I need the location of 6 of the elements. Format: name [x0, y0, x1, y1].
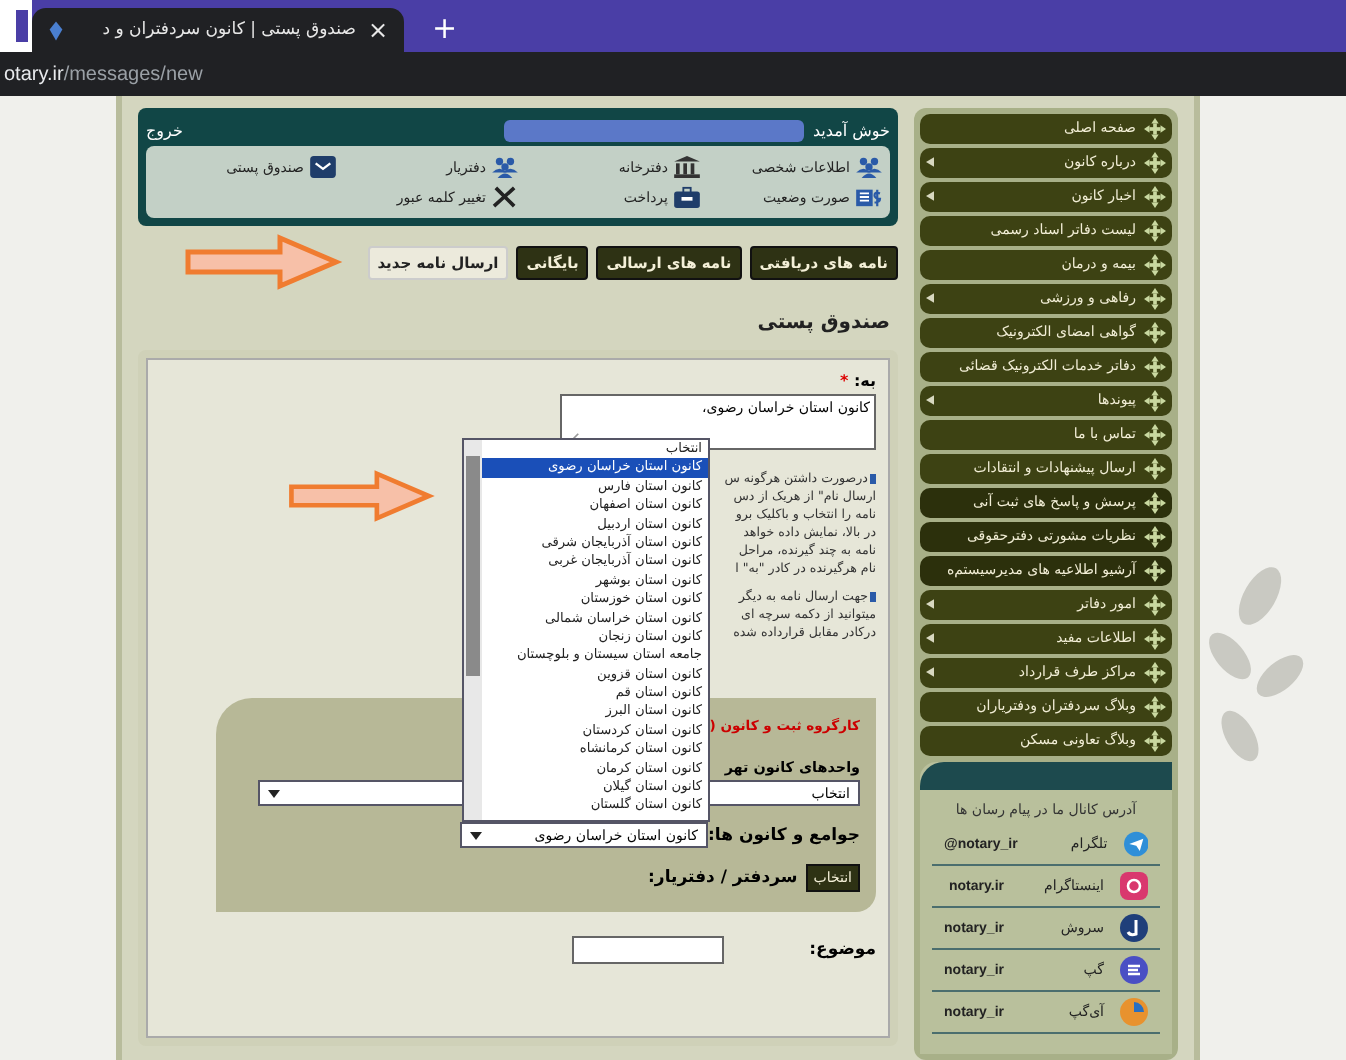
tab-title: صندوق پستی | کانون سردفتران و د [100, 20, 356, 40]
field-label: به: * [837, 372, 876, 390]
page-title: صندوق پستی [755, 312, 890, 334]
field-label: سردفتر / دفتریار: [648, 868, 798, 888]
greeting: خوش آمدید [812, 121, 890, 139]
field-label: موضوع: [807, 940, 876, 960]
